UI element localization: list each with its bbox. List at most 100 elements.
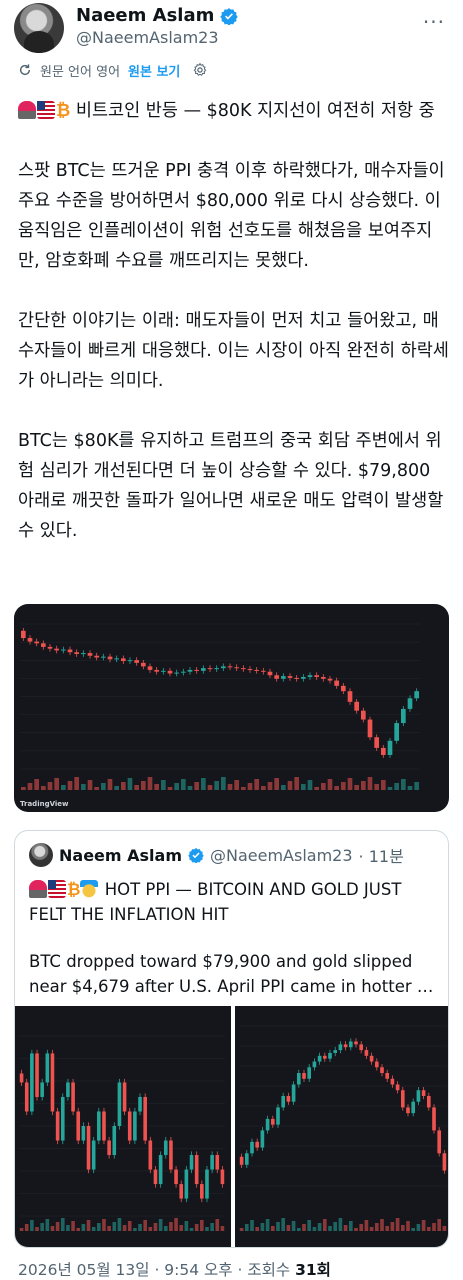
- volume-bar: [66, 1225, 70, 1231]
- volume-bar: [306, 1220, 311, 1231]
- quoted-candlestick-chart-2: [238, 1025, 447, 1231]
- volume-bar: [347, 778, 353, 790]
- author-handle[interactable]: @NaeemAslam23: [76, 28, 219, 47]
- translation-bar: 원문 언어 영어 원본 보기: [18, 60, 208, 80]
- candle-body: [353, 1041, 358, 1045]
- quoted-chart-left[interactable]: [15, 1006, 231, 1247]
- verified-badge-icon: [188, 848, 204, 863]
- volume-bar: [332, 1222, 337, 1231]
- volume-bar: [19, 1228, 24, 1231]
- quoted-body-line: BTC dropped toward $79,900 and gold slip…: [29, 952, 413, 971]
- more-options-icon[interactable]: ···: [423, 10, 445, 34]
- post-timestamp[interactable]: 2026년 05월 13일 · 9:54 오후 · 조회수: [18, 1261, 295, 1279]
- candle-body: [287, 676, 293, 678]
- candle-body: [267, 671, 273, 676]
- candle-body: [34, 641, 39, 644]
- volume-bar: [405, 1221, 410, 1231]
- candle-body: [401, 708, 406, 724]
- candle-body: [410, 1101, 415, 1114]
- volume-bar: [107, 779, 113, 790]
- volume-bar: [161, 780, 166, 790]
- candle-body: [114, 658, 119, 660]
- volume-bar: [296, 1228, 301, 1231]
- quoted-body-line: near $4,679 after U.S. April PPI came in…: [29, 977, 439, 996]
- verified-badge-icon: [220, 7, 239, 25]
- candle-body: [254, 1141, 259, 1148]
- post-text: ₿ 비트코인 반등 — $80K 지지선이 여전히 저항 중 스팟 BTC는 뜨…: [18, 96, 450, 546]
- candle-body: [66, 1082, 70, 1097]
- volume-bar: [35, 1227, 39, 1231]
- siren-emoji-icon: [18, 101, 36, 119]
- volume-bar: [354, 785, 359, 790]
- volume-bar: [353, 1228, 358, 1231]
- volume-bar: [107, 1226, 111, 1231]
- volume-bar: [401, 779, 406, 790]
- candle-body: [87, 653, 93, 656]
- volume-bar: [265, 1219, 269, 1231]
- candle-body: [189, 1155, 194, 1170]
- volume-bar: [169, 1222, 173, 1231]
- volume-bar: [249, 1220, 254, 1231]
- candle-body: [395, 1084, 399, 1091]
- volume-bar: [194, 782, 199, 790]
- quoted-post[interactable]: Naeem Aslam @NaeemAslam23 · 11분 ₿ HOT PP…: [14, 830, 449, 1248]
- post-title: ₿ 비트코인 반등 — $80K 지지선이 여전히 저항 중: [18, 96, 450, 126]
- show-original-link[interactable]: 원본 보기: [128, 61, 180, 80]
- candle-body: [101, 656, 106, 658]
- author-name[interactable]: Naeem Aslam: [76, 5, 214, 26]
- candle-body: [321, 677, 326, 679]
- volume-bar: [338, 1218, 342, 1231]
- volume-bar: [138, 1224, 142, 1231]
- candle-body: [74, 652, 79, 654]
- candle-body: [358, 1044, 363, 1051]
- candle-body: [154, 669, 159, 672]
- volume-bar: [400, 1225, 405, 1231]
- volume-bar: [184, 1221, 189, 1231]
- avatar[interactable]: [14, 3, 64, 53]
- btc-chart-image[interactable]: TradingView: [14, 604, 449, 812]
- volume-bar: [244, 1224, 249, 1231]
- post-meta: 2026년 05월 13일 · 9:54 오후 · 조회수 31회: [18, 1258, 331, 1280]
- candle-body: [369, 1055, 373, 1062]
- candle-body: [347, 691, 353, 702]
- post-paragraph: 스팟 BTC는 뜨거운 PPI 충격 이후 하락했다가, 매수자들이 주요 수준…: [18, 161, 445, 271]
- volume-bar: [227, 784, 233, 790]
- candle-body: [81, 653, 86, 655]
- volume-bar: [114, 786, 119, 790]
- volume-bar: [60, 1218, 65, 1231]
- gear-icon[interactable]: [192, 62, 208, 78]
- volume-bar: [133, 1228, 137, 1231]
- candle-body: [426, 1095, 431, 1108]
- volume-bar: [40, 1223, 44, 1231]
- candle-body: [343, 1044, 347, 1048]
- volume-bar: [334, 786, 339, 790]
- volume-bar: [327, 1226, 332, 1231]
- volume-bar: [317, 1223, 321, 1231]
- candle-body: [421, 1090, 425, 1096]
- volume-bar: [301, 784, 306, 790]
- bitcoin-symbol-icon: ₿: [67, 880, 81, 899]
- volume-bar: [364, 1220, 368, 1231]
- quoted-candlestick-chart-1: [19, 1035, 225, 1231]
- candle-body: [364, 1050, 368, 1056]
- candle-body: [184, 1169, 189, 1199]
- volume-bar: [147, 777, 153, 790]
- volume-bar: [158, 1219, 163, 1231]
- volume-bar: [91, 1227, 96, 1231]
- volume-bar: [141, 781, 146, 790]
- candle-body: [405, 1107, 410, 1114]
- candle-body: [35, 1053, 39, 1097]
- volume-bar: [97, 1223, 101, 1231]
- candle-body: [265, 1118, 269, 1131]
- candle-body: [348, 1041, 353, 1048]
- candle-body: [61, 649, 66, 651]
- volume-bar: [74, 777, 79, 790]
- quoted-chart-right[interactable]: [234, 1006, 448, 1247]
- candle-body: [94, 655, 99, 658]
- quoted-avatar: [29, 843, 53, 867]
- candle-body: [210, 1155, 214, 1170]
- candle-body: [45, 1053, 50, 1083]
- quoted-author-name: Naeem Aslam: [59, 845, 182, 865]
- volume-bar: [358, 1224, 363, 1231]
- volume-bar: [189, 1228, 194, 1231]
